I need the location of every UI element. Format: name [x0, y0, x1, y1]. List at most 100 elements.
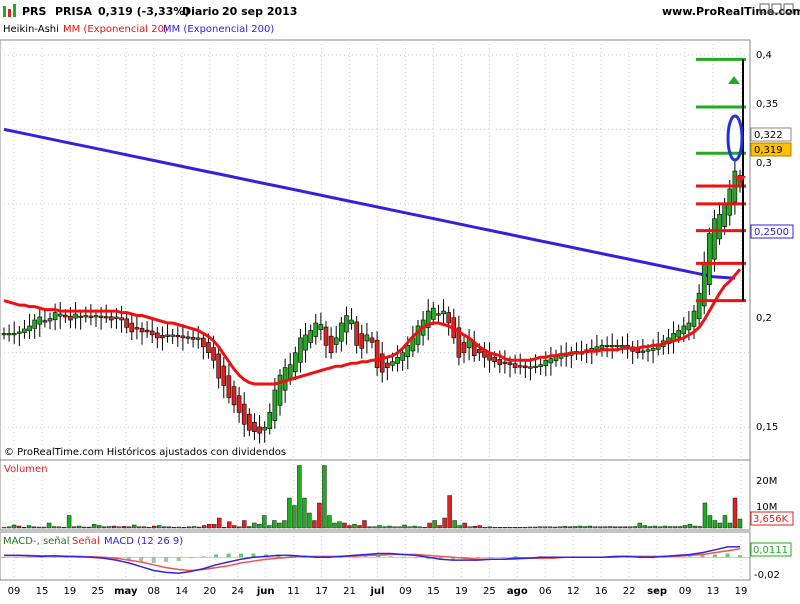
volume-bar-29	[146, 527, 152, 529]
volume-bar-117	[587, 525, 592, 529]
volume-bar-146	[732, 497, 738, 529]
price-tick-03: 0,3	[756, 158, 772, 169]
volume-bar-4	[21, 527, 27, 529]
volume-bar-83	[417, 526, 422, 529]
macd-hist-59	[738, 555, 742, 558]
candle-body-68	[349, 319, 354, 325]
volume-bar-119	[597, 526, 603, 529]
volume-bar-6	[31, 526, 37, 529]
macd-hist-56	[700, 555, 705, 558]
x-label-1: 15	[36, 586, 49, 597]
candle-body-119	[609, 345, 615, 348]
ind-ema200: MM (Exponencial 200)	[163, 24, 274, 35]
volume-bar-105	[527, 526, 532, 529]
candle-body-43	[221, 365, 227, 386]
volume-bar-86	[432, 520, 437, 529]
candle-body-97	[497, 359, 503, 365]
volume-bar-143	[717, 522, 723, 529]
candle-body-126	[645, 349, 651, 352]
candle-body-103	[528, 366, 533, 369]
candle-body-99	[507, 362, 513, 365]
candle-body-60	[308, 330, 313, 343]
volume-bar-57	[287, 497, 292, 529]
ind-ema20: MM (Exponencial 20)	[63, 24, 168, 35]
x-axis-labels: 09 15 19 25 may 08 14 20 24 jun 11 17 21 jul 09 15 19 25 a…	[8, 586, 748, 597]
candle-body-118	[604, 345, 610, 348]
volume-bar-112	[562, 526, 567, 529]
volume-bar-126	[632, 526, 638, 529]
volume-last-tag: 3,656K	[753, 514, 789, 525]
volume-bar-79	[397, 526, 402, 529]
volume-bar-53	[267, 525, 272, 529]
candle-body-37	[190, 337, 196, 340]
macd-hist-3	[39, 557, 44, 558]
candle-body-127	[650, 347, 656, 351]
candle-body-73	[374, 339, 380, 368]
volume-bar-59	[297, 465, 302, 529]
x-label-8: 24	[231, 586, 244, 597]
volume-bar-61	[307, 512, 312, 529]
volume-bar-26	[131, 524, 137, 529]
volume-bar-34	[172, 527, 177, 529]
candle-body-57	[293, 352, 298, 373]
macd-hist-14	[176, 557, 181, 562]
x-label-16: 19	[455, 586, 468, 597]
candle-body-56	[287, 364, 293, 380]
candle-body-87	[446, 312, 451, 324]
volume-bar-88	[442, 517, 447, 529]
volume-bar-30	[152, 525, 157, 529]
volume-bar-33	[167, 526, 172, 529]
candle-body-100	[512, 363, 518, 368]
candle-body-46	[236, 395, 242, 413]
candle-body-102	[523, 365, 528, 368]
candle-body-90	[461, 342, 467, 354]
candle-body-45	[231, 386, 237, 406]
macd-hist-39	[488, 557, 493, 558]
volume-bar-41	[207, 524, 212, 529]
volume-bar-19	[96, 525, 102, 529]
candle-body-63	[323, 326, 329, 346]
volume-bar-116	[582, 526, 587, 529]
volume-bar-129	[647, 526, 653, 529]
candle-body-17	[88, 315, 94, 318]
volume-bar-142	[712, 520, 718, 529]
volume-bar-100	[502, 527, 507, 529]
x-label-4: may	[114, 586, 138, 597]
x-label-19: 06	[539, 586, 552, 597]
x-label-10: 11	[287, 586, 300, 597]
candle-body-101	[517, 365, 523, 368]
x-label-3: 25	[92, 586, 105, 597]
macd-label-a: MACD-, señal	[3, 536, 70, 547]
x-label-20: 12	[567, 586, 580, 597]
volume-bar-13	[66, 515, 72, 529]
volume-bar-54	[272, 520, 277, 529]
volume-bar-141	[707, 515, 713, 529]
volume-bar-139	[697, 526, 703, 529]
macd-hist-15	[189, 557, 194, 559]
volume-bar-145	[727, 522, 733, 529]
candle-body-16	[83, 315, 89, 318]
volume-bar-43	[217, 517, 222, 529]
header-symbol: PRS	[22, 5, 47, 18]
candle-body-49	[252, 421, 257, 433]
candle-body-66	[339, 322, 344, 342]
volume-bar-70	[352, 524, 357, 529]
volume-bar-122	[612, 526, 618, 529]
x-label-5: 08	[147, 586, 160, 597]
macd-hist-29	[363, 556, 368, 558]
volume-bar-24	[121, 526, 127, 529]
volume-bar-71	[357, 525, 362, 529]
volume-bar-46	[232, 525, 237, 529]
candle-body-53	[272, 389, 278, 421]
candle-body-84	[431, 307, 436, 320]
candle-body-125	[640, 350, 646, 353]
volume-bar-76	[382, 526, 387, 529]
volume-bar-18	[91, 524, 97, 529]
candle-body-31	[160, 335, 165, 339]
candle-body-28	[144, 329, 150, 333]
candle-body-69	[354, 321, 359, 346]
volume-bar-138	[692, 525, 698, 529]
macd-hist-40	[500, 557, 505, 558]
x-label-21: 16	[595, 586, 608, 597]
volume-bar-93	[467, 526, 472, 529]
